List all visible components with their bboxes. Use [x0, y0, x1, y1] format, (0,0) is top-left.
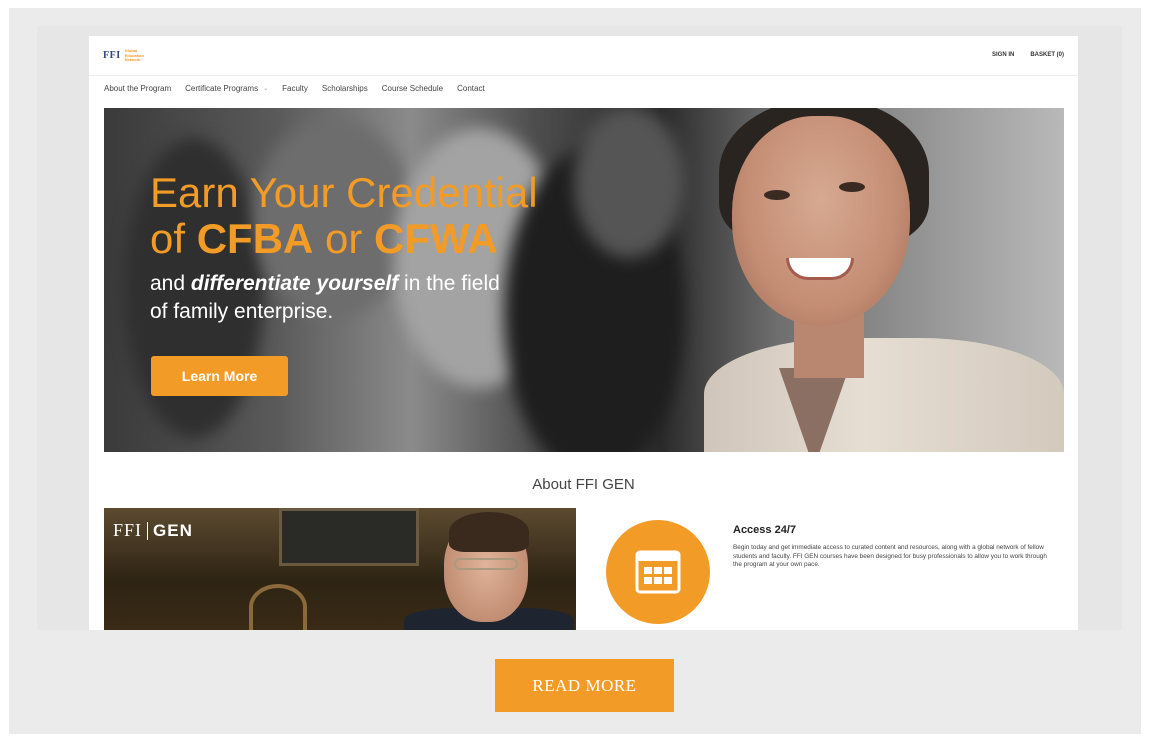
hero-headline: Earn Your Credential of CFBA or CFWA and…: [150, 170, 538, 326]
nav-label: Course Schedule: [381, 84, 444, 93]
video-scene-lamp: [249, 584, 307, 630]
nav-item-about-program[interactable]: About the Program: [104, 84, 171, 93]
headline-line-2: of CFBA or CFWA: [150, 216, 538, 262]
hero-photo-eye: [839, 182, 865, 192]
chevron-down-icon: ⌄: [263, 86, 269, 92]
hero-photo-jacket: [704, 338, 1064, 452]
nav-label: Scholarships: [321, 84, 368, 93]
learn-more-button[interactable]: Learn More: [151, 356, 288, 396]
hero-subline-2: of family enterprise.: [150, 300, 334, 323]
video-logo-ffi: FFI: [113, 520, 143, 540]
video-logo-divider: [147, 521, 149, 540]
logo-sub-line: Network: [124, 57, 141, 62]
video-logo-gen: GEN: [153, 520, 193, 540]
video-logo: FFI GEN: [113, 520, 193, 541]
nav-item-scholarships[interactable]: Scholarships: [322, 84, 368, 93]
nav-item-certificate-programs[interactable]: Certificate Programs ⌄: [185, 84, 268, 93]
read-more-button[interactable]: READ MORE: [495, 659, 674, 712]
about-video[interactable]: FFI GEN: [104, 508, 576, 630]
feature-icon-circle: [606, 520, 710, 624]
video-scene-glasses: [454, 558, 518, 570]
main-nav: About the Program Certificate Programs ⌄…: [104, 84, 499, 93]
hero-photo-shape: [574, 108, 684, 258]
website-page: FFI Global Education Network SIGN IN BAS…: [89, 36, 1078, 630]
sign-in-link[interactable]: SIGN IN: [992, 52, 1014, 58]
calendar-icon: [635, 550, 681, 594]
headline-text: of: [150, 215, 197, 262]
nav-label: Faculty: [282, 84, 308, 93]
headline-line-1: Earn Your Credential: [150, 169, 538, 216]
video-scene-window: [279, 508, 419, 566]
nav-item-course-schedule[interactable]: Course Schedule: [382, 84, 443, 93]
logo-subtitle: Global Education Network: [124, 48, 144, 63]
top-bar: FFI Global Education Network SIGN IN BAS…: [89, 36, 1078, 76]
nav-item-contact[interactable]: Contact: [457, 84, 485, 93]
subline-text: in the field: [398, 272, 500, 295]
video-scene-hair: [449, 512, 529, 552]
headline-cfwa: CFWA: [374, 215, 498, 262]
headline-cfba: CFBA: [196, 215, 314, 262]
nav-label: About the Program: [104, 84, 172, 93]
basket-link[interactable]: BASKET (0): [1030, 52, 1064, 58]
hero-photo-eye: [764, 190, 790, 200]
headline-text: or: [313, 215, 375, 262]
subline-text: and: [150, 272, 191, 295]
feature-title: Access 24/7: [733, 524, 796, 536]
hero-photo-face: [732, 116, 910, 326]
nav-item-faculty[interactable]: Faculty: [282, 84, 308, 93]
subline-emphasis: differentiate yourself: [190, 272, 399, 295]
logo-text: FFI: [103, 50, 121, 62]
hero-subline-1: and differentiate yourself in the field: [150, 270, 538, 298]
nav-label: Contact: [457, 84, 485, 93]
feature-description: Begin today and get immediate access to …: [733, 544, 1047, 568]
ffi-logo[interactable]: FFI Global Education Network: [103, 48, 144, 63]
nav-label: Certificate Programs: [185, 84, 259, 93]
about-section-title: About FFI GEN: [532, 476, 635, 493]
account-links: SIGN IN BASKET (0): [992, 52, 1064, 58]
hero-banner: Earn Your Credential of CFBA or CFWA and…: [104, 108, 1064, 452]
